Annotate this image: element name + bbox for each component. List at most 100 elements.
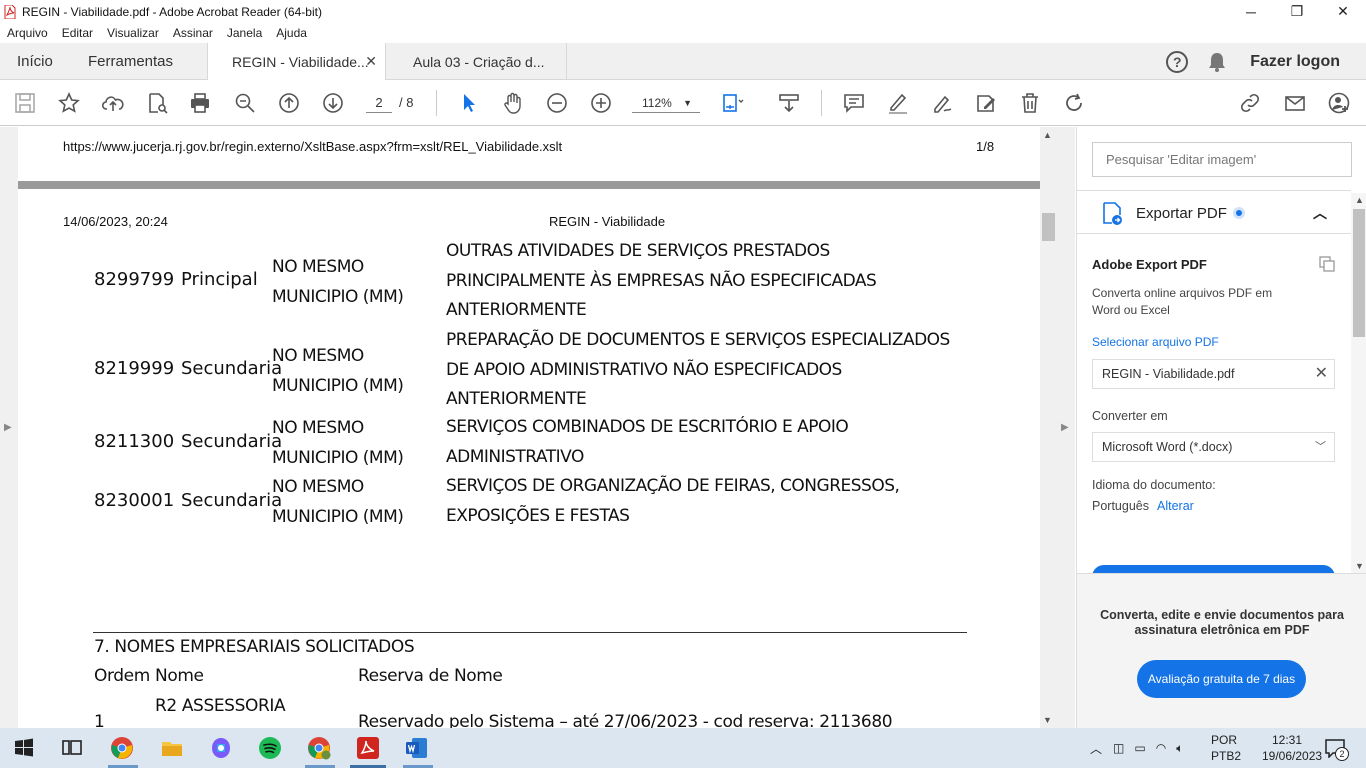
scroll-up-icon[interactable]: ▲ <box>1355 195 1364 205</box>
share-link-icon[interactable] <box>1238 91 1262 115</box>
select-cursor-icon[interactable] <box>457 91 481 115</box>
battery-icon[interactable]: ▭ <box>1134 741 1145 755</box>
menu-janela[interactable]: Janela <box>227 26 262 40</box>
acrobat-taskbar-icon[interactable] <box>356 736 380 760</box>
scroll-down-icon[interactable]: ▼ <box>1355 561 1364 571</box>
menu-bar: Arquivo Editar Visualizar Assinar Janela… <box>0 23 1366 43</box>
clock-time: 12:31 <box>1271 733 1303 747</box>
toolbar-divider <box>436 90 437 116</box>
notification-count: 2 <box>1335 747 1349 761</box>
zoom-out-icon[interactable] <box>545 91 569 115</box>
highlight-pen-icon[interactable] <box>886 91 910 115</box>
name-row-nome: R2 ASSESSORIA <box>155 696 286 716</box>
system-clock[interactable]: 12:31 19/06/2023 <box>1262 732 1322 764</box>
menu-editar[interactable]: Editar <box>62 26 93 40</box>
copilot-icon[interactable] <box>209 736 233 760</box>
file-explorer-icon[interactable] <box>160 736 184 760</box>
toolbar: 2 / 8 112% ▼ <box>0 80 1366 126</box>
comment-icon[interactable] <box>842 91 866 115</box>
convert-format-select[interactable]: Microsoft Word (*.docx) ﹀ <box>1092 432 1335 462</box>
hand-tool-icon[interactable] <box>501 91 525 115</box>
current-page-input[interactable]: 2 <box>366 93 392 113</box>
notification-icon[interactable]: 2 <box>1324 738 1349 761</box>
chevron-up-icon[interactable]: ︿ <box>1090 740 1102 757</box>
minimize-button[interactable]: ─ <box>1228 0 1274 23</box>
panel-description: Converta online arquivos PDF em Word ou … <box>1092 286 1273 317</box>
chevron-up-icon[interactable]: ︿ <box>1313 203 1327 223</box>
tab-home[interactable]: Início <box>17 43 53 80</box>
tab-second-document[interactable]: Aula 03 - Criação d... <box>387 43 567 80</box>
export-pdf-header[interactable]: Exportar PDF ︿ <box>1077 190 1351 234</box>
chrome-profile-icon[interactable] <box>307 736 331 760</box>
bookmark-star-icon[interactable] <box>57 91 81 115</box>
help-icon[interactable]: ? <box>1166 50 1189 73</box>
activity-row: 8211300 Secundaria NO MESMO MUNICIPIO (MM… <box>94 416 994 476</box>
upload-cloud-icon[interactable] <box>101 91 125 115</box>
spotify-icon[interactable] <box>258 736 282 760</box>
menu-visualizar[interactable]: Visualizar <box>107 26 159 40</box>
task-view-icon[interactable] <box>60 736 84 760</box>
login-button[interactable]: Fazer logon <box>1250 53 1340 71</box>
menu-arquivo[interactable]: Arquivo <box>7 26 48 40</box>
zoom-in-icon[interactable] <box>589 91 613 115</box>
volume-icon[interactable]: 🔈︎ <box>1176 741 1183 756</box>
zoom-value: 112% <box>642 96 672 110</box>
tab-second-document-label: Aula 03 - Criação d... <box>413 53 545 70</box>
rotate-icon[interactable] <box>1062 91 1086 115</box>
wifi-icon[interactable]: ◠ <box>1156 741 1166 755</box>
windows-start-icon[interactable] <box>12 736 36 760</box>
zoom-search-icon[interactable] <box>233 91 257 115</box>
edit-pdf-icon[interactable] <box>974 91 998 115</box>
menu-assinar[interactable]: Assinar <box>173 26 213 40</box>
name-row-ordem: 1 <box>94 712 105 728</box>
chevron-down-icon: ▼ <box>683 98 692 108</box>
tab-active-document[interactable]: REGIN - Viabilidade... ✕ <box>207 43 386 81</box>
file-search-icon[interactable] <box>145 91 169 115</box>
free-trial-button[interactable]: Avaliação gratuita de 7 dias <box>1137 660 1306 698</box>
tab-tools[interactable]: Ferramentas <box>88 43 173 80</box>
close-tab-icon[interactable]: ✕ <box>365 53 377 70</box>
zoom-select[interactable]: 112% ▼ <box>632 93 700 113</box>
activity-scope: NO MESMO MUNICIPIO (MM) <box>272 477 404 527</box>
chrome-icon[interactable] <box>110 736 134 760</box>
scroll-down-icon[interactable]: ▼ <box>1043 715 1052 725</box>
select-pdf-link[interactable]: Selecionar arquivo PDF <box>1092 335 1219 349</box>
add-user-icon[interactable] <box>1327 91 1351 115</box>
scrollbar-thumb[interactable] <box>1042 213 1055 241</box>
meet-now-icon[interactable]: ◫ <box>1113 741 1124 755</box>
word-icon[interactable] <box>405 736 429 760</box>
column-header-reserva: Reserva de Nome <box>358 666 503 686</box>
panel-scrollbar[interactable]: ▲ ▼ <box>1351 193 1366 573</box>
copy-icon[interactable] <box>1319 256 1335 272</box>
activity-code: 8299799 <box>94 269 175 290</box>
email-icon[interactable] <box>1283 91 1307 115</box>
draw-sign-icon[interactable] <box>930 91 954 115</box>
document-scrollbar[interactable]: ▲ ▼ <box>1040 127 1057 728</box>
left-panel-toggle-icon[interactable]: ▶ <box>4 422 12 433</box>
previous-page-icon[interactable] <box>277 91 301 115</box>
scroll-mode-icon[interactable] <box>777 91 801 115</box>
restore-button[interactable]: ❐ <box>1274 0 1320 23</box>
activity-scope: NO MESMO MUNICIPIO (MM) <box>272 346 404 396</box>
page-url: https://www.jucerja.rj.gov.br/regin.exte… <box>63 139 563 154</box>
close-window-button[interactable]: ✕ <box>1320 0 1366 23</box>
scroll-up-icon[interactable]: ▲ <box>1043 130 1052 140</box>
page-fit-icon[interactable] <box>721 91 745 115</box>
page-header-title: REGIN - Viabilidade <box>549 214 666 229</box>
page-total: / 8 <box>399 95 414 110</box>
change-language-link[interactable]: Alterar <box>1157 499 1194 513</box>
menu-ajuda[interactable]: Ajuda <box>276 26 307 40</box>
right-panel-toggle-icon[interactable]: ▶ <box>1061 422 1069 433</box>
activity-code: 8219999 <box>94 358 175 379</box>
bell-icon[interactable] <box>1208 52 1226 72</box>
save-icon[interactable] <box>13 91 37 115</box>
next-page-icon[interactable] <box>321 91 345 115</box>
export-pdf-title: Exportar PDF <box>1136 205 1227 222</box>
delete-trash-icon[interactable] <box>1018 91 1042 115</box>
print-icon[interactable] <box>188 91 212 115</box>
panel-search-input[interactable]: Pesquisar 'Editar imagem' <box>1092 142 1352 177</box>
clear-file-icon[interactable]: ✕ <box>1315 360 1328 388</box>
keyboard-language[interactable]: POR PTB2 <box>1211 732 1241 764</box>
scrollbar-thumb[interactable] <box>1353 209 1365 337</box>
language-value: Português <box>1092 499 1149 513</box>
